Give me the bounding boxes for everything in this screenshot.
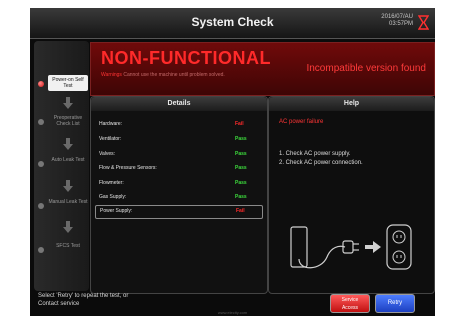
banner-subtitle: Warnings Cannot use the machine until pr… (101, 72, 225, 78)
status-dot-icon (38, 119, 44, 125)
page-title: System Check (191, 15, 274, 29)
row-label: Valves: (99, 151, 116, 157)
step-label: Preoperative Check List (53, 115, 83, 127)
banner-title: NON-FUNCTIONAL (101, 48, 271, 68)
details-panel: Details Hardware: Fail Ventilator: Pass … (90, 96, 268, 294)
row-result: Pass (235, 165, 247, 171)
title-bar: System Check 2016/07/AU 03:57PM (30, 8, 435, 39)
result-row-flowmeter: Flowmeter: Pass (95, 178, 261, 190)
result-row-gas-supply: Gas Supply: Pass (95, 192, 261, 204)
result-row-ventilator: Ventilator: Pass (95, 134, 261, 146)
row-result: Fail (235, 121, 244, 127)
status-dot-icon (38, 203, 44, 209)
step-power-on-self-test[interactable]: Power-on Self Test (34, 75, 89, 95)
step-auto-leak-test[interactable]: Auto Leak Test (34, 155, 89, 175)
power-plug-illustration-icon (290, 224, 412, 270)
result-row-flow-pressure-sensors: Flow & Pressure Sensors: Pass (95, 163, 261, 175)
arrow-down-icon (63, 180, 73, 192)
warning-text: Cannot use the machine until problem sol… (123, 72, 225, 78)
details-heading: Details (91, 97, 267, 111)
help-heading: Help (269, 97, 434, 111)
step-label: Auto Leak Test (51, 157, 85, 163)
step-preoperative-check-list[interactable]: Preoperative Check List (34, 113, 89, 133)
result-row-power-supply[interactable]: Power Supply: Fail (95, 205, 263, 219)
help-panel: Help AC power failure 1. Check AC power … (268, 96, 435, 294)
arrow-down-icon (63, 221, 73, 233)
result-row-valves: Valves: Pass (95, 149, 261, 161)
datetime: 2016/07/AU 03:57PM (381, 14, 413, 28)
arrow-down-icon (63, 97, 73, 109)
row-label: Flowmeter: (99, 180, 124, 186)
footer-line-2: Contact service (38, 301, 80, 307)
step-label: SFCS Test (56, 243, 80, 249)
row-result: Pass (235, 194, 247, 200)
hourglass-icon (418, 15, 429, 30)
row-result: Fail (236, 208, 245, 214)
warning-tag: Warnings (101, 72, 122, 78)
help-step: 1. Check AC power supply. (279, 151, 351, 157)
footer-instructions: Select 'Retry' to repeat the test, or Co… (38, 292, 128, 308)
test-steps-sidebar: Power-on Self Test Preoperative Check Li… (34, 41, 89, 291)
step-manual-leak-test[interactable]: Manual Leak Test (34, 197, 89, 217)
row-result: Pass (235, 151, 247, 157)
status-dot-icon (38, 81, 44, 87)
time-text: 03:57PM (388, 21, 413, 27)
watermark: www.elecity.com (217, 310, 248, 315)
row-label: Ventilator: (99, 136, 122, 142)
error-message: Incompatible version found (306, 63, 426, 74)
row-label: Gas Supply: (99, 194, 127, 200)
row-label: Hardware: (99, 121, 123, 127)
help-step: 2. Check AC power connection. (279, 160, 363, 166)
arrow-down-icon (63, 138, 73, 150)
system-check-screen: System Check 2016/07/AU 03:57PM Power-on… (30, 8, 435, 316)
row-label: Power Supply: (100, 208, 133, 214)
help-title: AC power failure (279, 119, 324, 125)
result-row-hardware: Hardware: Fail (95, 119, 261, 131)
status-banner: NON-FUNCTIONAL Warnings Cannot use the m… (90, 42, 435, 96)
step-sfcs-test[interactable]: SFCS Test (34, 241, 89, 261)
step-label: Power-on Self Test (48, 75, 88, 91)
status-dot-icon (38, 161, 44, 167)
row-result: Pass (235, 180, 247, 186)
row-result: Pass (235, 136, 247, 142)
service-label-1: Service (341, 297, 359, 303)
date-text: 2016/07/AU (381, 14, 413, 20)
status-dot-icon (38, 247, 44, 253)
footer-line-1: Select 'Retry' to repeat the test, or (38, 293, 129, 299)
row-label: Flow & Pressure Sensors: (99, 165, 157, 171)
step-label: Manual Leak Test (48, 199, 88, 205)
